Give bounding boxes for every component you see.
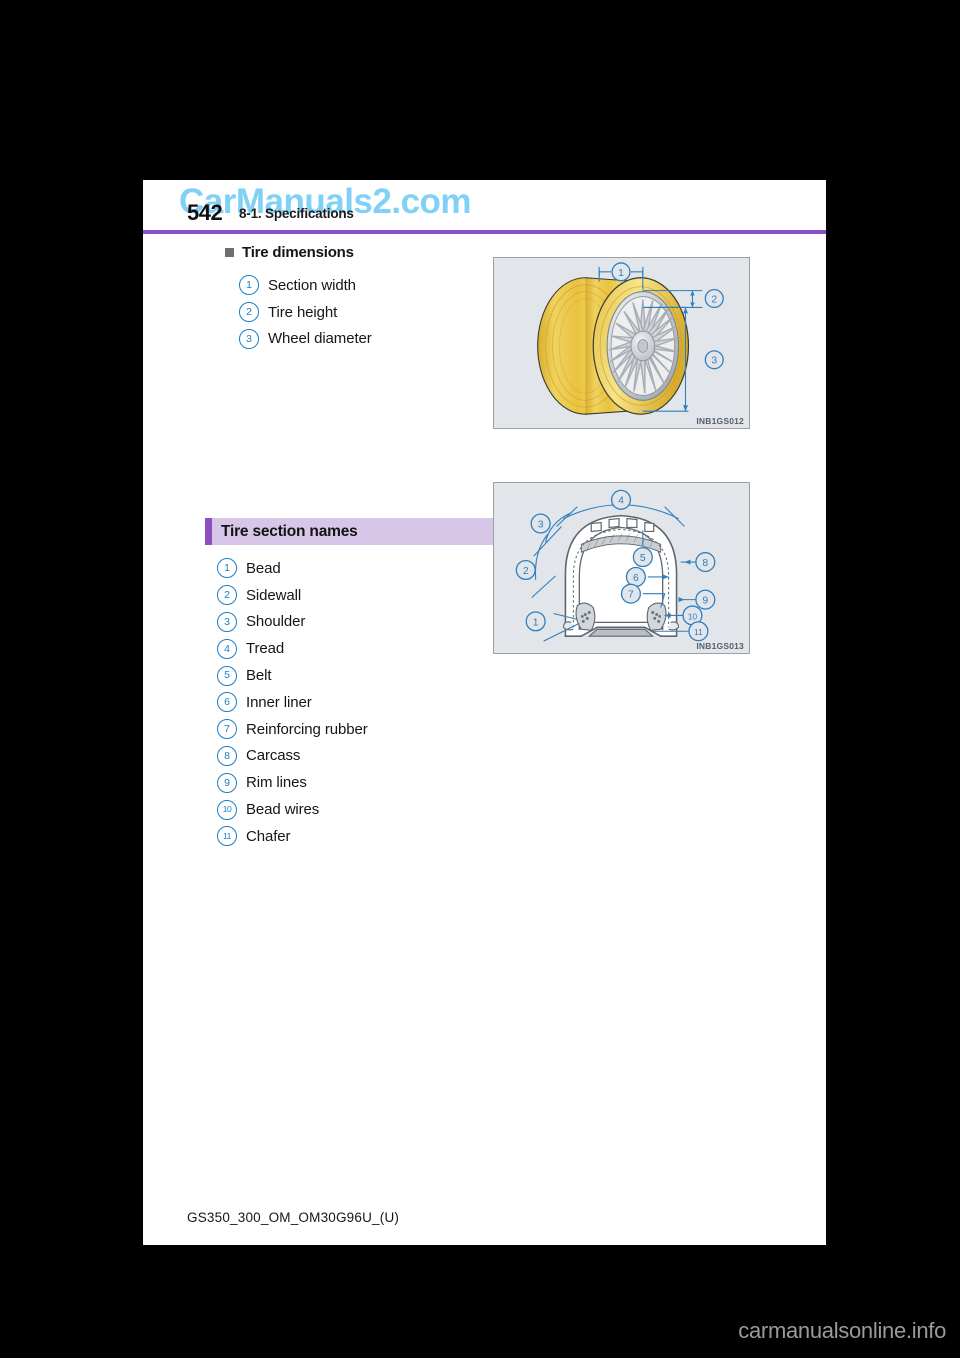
- svg-text:4: 4: [618, 496, 624, 507]
- callout-badge-1: 1: [217, 558, 237, 579]
- list-item: 6 Inner liner: [217, 689, 368, 716]
- svg-text:1: 1: [618, 268, 624, 279]
- list-item-label: Section width: [268, 276, 356, 294]
- header-rule: [143, 230, 826, 234]
- svg-text:3: 3: [538, 519, 544, 530]
- callout-badge-11: 11: [217, 826, 237, 847]
- svg-text:7: 7: [628, 590, 634, 601]
- callout-badge-2: 2: [217, 585, 237, 606]
- list-item-label: Tread: [246, 640, 285, 658]
- list-item: 4 Tread: [217, 635, 368, 662]
- callout-badge-10: 10: [217, 799, 237, 820]
- list-item: 9 Rim lines: [217, 769, 368, 796]
- list-item-label: Reinforcing rubber: [246, 720, 368, 738]
- svg-text:8: 8: [702, 558, 708, 569]
- list-item: 11 Chafer: [217, 823, 368, 850]
- callout-badge-5: 5: [217, 665, 237, 686]
- list-item-label: Bead wires: [246, 801, 320, 819]
- tire-dimensions-list: 1 Section width 2 Tire height 3 Wheel di…: [239, 272, 372, 352]
- section-title: 8-1. Specifications: [239, 206, 354, 221]
- tire-section-names-list: 1 Bead 2 Sidewall 3 Shoulder 4 Tread 5 B…: [217, 555, 368, 850]
- callout-badge-2: 2: [239, 302, 259, 323]
- svg-text:3: 3: [711, 356, 717, 367]
- tire-cross-section-illustration: 4 3 2 1 5 6 7 8 9 10 11: [515, 489, 716, 642]
- list-item: 2 Tire height: [239, 299, 372, 326]
- svg-text:9: 9: [702, 596, 708, 607]
- svg-text:5: 5: [640, 553, 646, 564]
- svg-text:2: 2: [711, 294, 717, 305]
- list-item-label: Chafer: [246, 827, 291, 845]
- list-item: 7 Reinforcing rubber: [217, 716, 368, 743]
- page-footer-document-code: GS350_300_OM_OM30G96U_(U): [187, 1210, 400, 1225]
- tire-section-names-heading: Tire section names: [221, 522, 358, 540]
- list-item: 2 Sidewall: [217, 582, 368, 609]
- list-item-label: Inner liner: [246, 693, 312, 711]
- list-item-label: Rim lines: [246, 774, 307, 792]
- tire-dimensions-heading: Tire dimensions: [225, 244, 354, 261]
- list-item: 1 Section width: [239, 272, 372, 299]
- svg-text:11: 11: [694, 627, 703, 637]
- callout-badge-7: 7: [217, 719, 237, 740]
- list-item: 3 Wheel diameter: [239, 326, 372, 353]
- svg-text:1: 1: [533, 617, 539, 628]
- list-item-label: Carcass: [246, 747, 301, 765]
- callout-badge-1: 1: [239, 275, 259, 296]
- band-accent-bar: [205, 518, 212, 545]
- list-item: 1 Bead: [217, 555, 368, 582]
- figure-code-tire-section: INB1GS013: [696, 641, 744, 651]
- svg-text:6: 6: [633, 573, 639, 584]
- tire-section-figure: 4 3 2 1 5 6 7 8 9 10 11 INB1GS013: [493, 482, 750, 654]
- list-item-label: Sidewall: [246, 586, 302, 604]
- square-bullet-icon: [225, 248, 234, 257]
- callout-badge-3: 3: [239, 328, 259, 349]
- callout-badge-4: 4: [217, 638, 237, 659]
- page-number: 542: [187, 200, 223, 225]
- list-item: 10 Bead wires: [217, 796, 368, 823]
- svg-text:2: 2: [523, 566, 529, 577]
- callout-badge-9: 9: [217, 772, 237, 793]
- svg-text:10: 10: [688, 611, 698, 621]
- document-page: CarManuals2.com 542 8-1. Specifications …: [143, 180, 826, 1245]
- callout-badge-8: 8: [217, 745, 237, 766]
- tire-dimensions-heading-label: Tire dimensions: [242, 244, 354, 261]
- list-item-label: Bead: [246, 559, 281, 577]
- list-item-label: Tire height: [268, 303, 338, 321]
- callout-badge-6: 6: [217, 692, 237, 713]
- tire-dimensions-figure: 1 2 3 INB1GS012: [493, 257, 750, 429]
- list-item-label: Belt: [246, 667, 272, 685]
- list-item-label: Shoulder: [246, 613, 306, 631]
- list-item: 3 Shoulder: [217, 609, 368, 636]
- list-item: 5 Belt: [217, 662, 368, 689]
- carmanualsonline-watermark: carmanualsonline.info: [738, 1318, 946, 1343]
- list-item: 8 Carcass: [217, 743, 368, 770]
- list-item-label: Wheel diameter: [268, 330, 372, 348]
- page-header: 542 8-1. Specifications: [143, 200, 826, 234]
- figure-code-tire-dimensions: INB1GS012: [696, 416, 744, 426]
- callout-badge-3: 3: [217, 611, 237, 632]
- tire-dimensions-illustration: 1 2 3: [537, 262, 724, 415]
